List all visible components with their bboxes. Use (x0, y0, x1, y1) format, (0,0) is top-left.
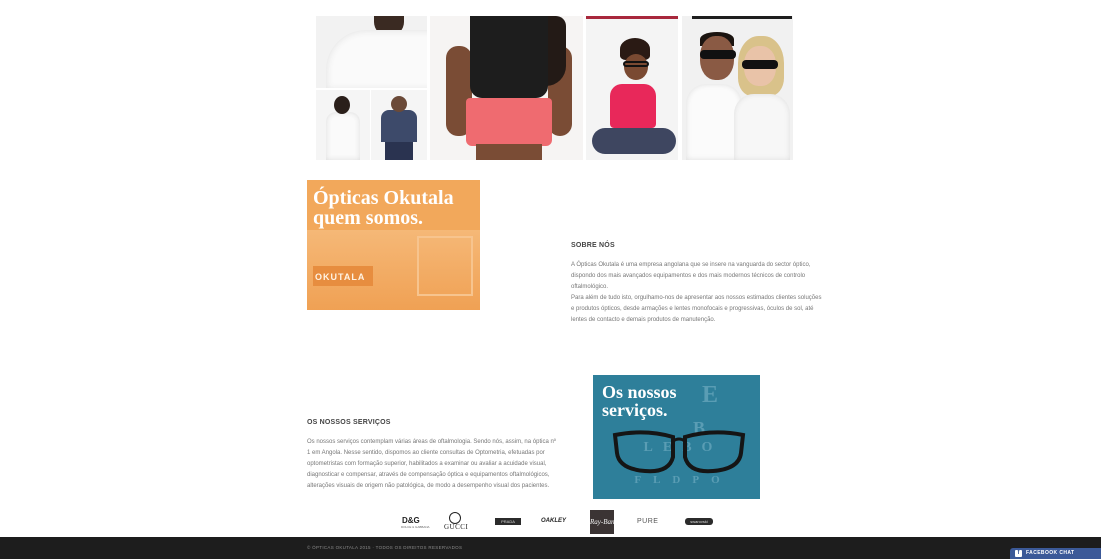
facebook-chat-button[interactable]: f FACEBOOK CHAT (1010, 548, 1101, 559)
brand-dg-subtitle: DOLCE & GABBANA (401, 525, 430, 529)
shop-desk-label: OKUTALA (315, 272, 366, 282)
photo-girl-with-glasses (586, 16, 678, 160)
about-paragraph-1: A Ópticas Okutala é uma empresa angolana… (571, 262, 811, 290)
brand-swarovski-logo[interactable]: swarovski (685, 518, 713, 525)
photo-man-with-hat (371, 90, 427, 160)
footer: © ÓPTICAS OKUTALA 2015 · TODOS OS DIREIT… (0, 537, 1101, 559)
services-heading: OS NOSSOS SERVIÇOS (307, 419, 391, 426)
photo-woman-pink-shorts (430, 16, 583, 160)
brand-logos: D&G DOLCE & GABBANA GUCCI PRADA OAKLEY R… (395, 510, 725, 536)
brand-gucci-logo[interactable]: GUCCI (444, 523, 468, 531)
about-heading: SOBRE NÓS (571, 242, 615, 249)
photo-man-white-shirt (316, 16, 427, 88)
photo-couple-sunglasses (682, 16, 793, 160)
about-paragraph-2: Para além de tudo isto, orgulhamo-nos de… (571, 295, 822, 323)
brand-box-logo[interactable]: PRADA (495, 518, 521, 525)
photo-man-arms-crossed (316, 90, 370, 160)
services-paragraph: Os nossos serviços contemplam várias áre… (307, 439, 556, 489)
brand-pure-logo[interactable]: PURE (637, 518, 658, 525)
facebook-chat-label: FACEBOOK CHAT (1026, 550, 1075, 556)
facebook-icon: f (1015, 550, 1022, 557)
about-banner-title: Ópticas Okutala quem somos. (313, 187, 454, 229)
services-banner-title: Os nossos serviços. (602, 382, 677, 420)
about-banner: OKUTALA Ópticas Okutala quem somos. (307, 180, 480, 310)
brand-oakley-logo[interactable]: OAKLEY (541, 518, 566, 524)
shop-shelf (417, 236, 473, 296)
brand-rayban-logo[interactable]: Ray-Ban (590, 510, 615, 534)
brand-dg-logo[interactable]: D&G (402, 516, 420, 525)
eyeglasses-icon (612, 430, 746, 474)
about-paragraph: A Ópticas Okutala é uma empresa angolana… (571, 260, 823, 326)
footer-copyright: © ÓPTICAS OKUTALA 2015 · TODOS OS DIREIT… (307, 545, 463, 550)
services-banner: E B LEBO FLDPO Os nossos serviços. (593, 375, 760, 499)
